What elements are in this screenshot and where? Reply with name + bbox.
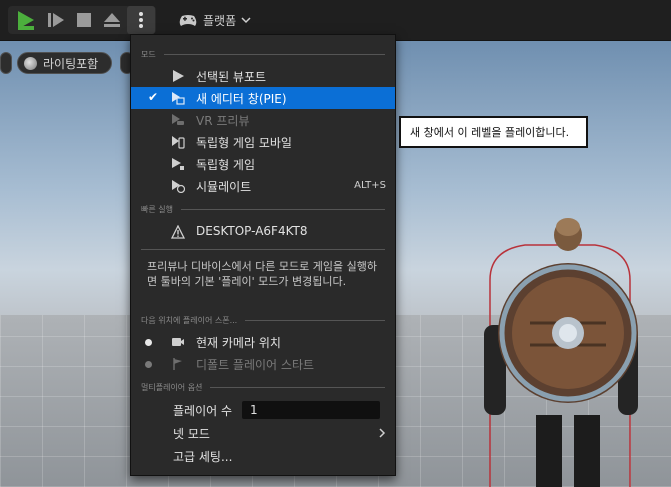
vr-icon [172, 114, 184, 125]
new-window-icon [172, 92, 185, 105]
play-mode-menu: 모드 선택된 뷰포트 ✔ 새 에디터 창(PIE) VR 프리뷰 독립형 게임 … [130, 34, 396, 476]
spawn-default-player-start[interactable]: 디폴트 플레이어 스타트 [131, 353, 395, 375]
gamepad-icon [179, 15, 197, 26]
lighting-icon [24, 56, 37, 70]
stop-icon [77, 13, 91, 27]
mode-label: 독립형 게임 [196, 158, 256, 172]
mode-label: 독립형 게임 모바일 [196, 136, 292, 150]
character-with-shield [484, 218, 638, 487]
simulate-icon [172, 180, 185, 193]
mode-description: 프리뷰나 디바이스에서 다른 모드로 게임을 실행하면 툴바의 기본 '플레이'… [147, 260, 378, 288]
players-count-input[interactable]: 1 [242, 401, 380, 419]
mode-label: 새 에디터 창(PIE) [196, 92, 287, 106]
section-mode: 모드 [141, 47, 385, 61]
mode-vr-preview[interactable]: VR 프리뷰 [131, 109, 395, 131]
tooltip-text: 새 창에서 이 레벨을 플레이합니다. [410, 126, 570, 139]
stop-button[interactable] [71, 8, 97, 32]
device-label: DESKTOP-A6F4KT8 [196, 224, 308, 238]
play-button[interactable] [13, 8, 39, 32]
section-multiplayer: 멀티플레이어 옵션 [141, 380, 385, 394]
section-spawn-label: 다음 위치에 플레이어 스폰... [141, 315, 238, 325]
mode-label: 선택된 뷰포트 [196, 70, 267, 84]
warning-icon [171, 225, 185, 239]
simulate-shortcut: ALT+S [354, 180, 386, 191]
section-quick-launch: 빠른 실행 [141, 202, 385, 216]
eject-icon [104, 13, 120, 27]
mode-standalone-mobile[interactable]: 독립형 게임 모바일 [131, 131, 395, 153]
tooltip: 새 창에서 이 레벨을 플레이합니다. [399, 116, 588, 148]
play-viewport-icon [173, 70, 184, 82]
mode-new-editor-window[interactable]: ✔ 새 에디터 창(PIE) [131, 87, 395, 109]
section-spawn: 다음 위치에 플레이어 스폰... [141, 313, 385, 327]
more-icon [139, 12, 143, 28]
mode-selected-viewport[interactable]: 선택된 뷰포트 [131, 65, 395, 87]
advanced-settings-label: 고급 세팅... [173, 450, 233, 464]
mode-simulate[interactable]: 시뮬레이트 ALT+S [131, 175, 395, 197]
section-multi-label: 멀티플레이어 옵션 [141, 382, 203, 392]
frame-advance-icon [48, 13, 64, 27]
mode-standalone-game[interactable]: 독립형 게임 [131, 153, 395, 175]
viewport-menu-chip[interactable] [0, 52, 12, 74]
platform-button[interactable]: 플랫폼 [178, 8, 251, 32]
eject-button[interactable] [99, 8, 125, 32]
camera-icon [172, 338, 184, 346]
advanced-settings-item[interactable]: 고급 세팅... [131, 445, 395, 467]
radio-unselected-icon [145, 361, 152, 368]
net-mode-label: 넷 모드 [173, 427, 210, 441]
spawn-label: 디폴트 플레이어 스타트 [196, 358, 315, 372]
menu-divider [141, 249, 385, 250]
play-icon [18, 11, 34, 30]
spawn-label: 현재 카메라 위치 [196, 336, 281, 350]
lighting-mode-button[interactable]: 라이팅포함 [17, 52, 112, 74]
section-mode-label: 모드 [141, 49, 156, 59]
section-quick-label: 빠른 실행 [141, 204, 173, 214]
spawn-current-camera[interactable]: 현재 카메라 위치 [131, 331, 395, 353]
radio-selected-icon [145, 339, 152, 346]
players-label: 플레이어 수 [173, 404, 233, 418]
chevron-down-icon [241, 17, 251, 24]
player-start-icon [173, 358, 182, 370]
device-desktop[interactable]: DESKTOP-A6F4KT8 [131, 221, 395, 243]
mode-label: 시뮬레이트 [196, 180, 252, 194]
platform-label: 플랫폼 [203, 13, 237, 28]
frame-advance-button[interactable] [43, 8, 69, 32]
check-icon: ✔ [148, 90, 159, 104]
lighting-mode-label: 라이팅포함 [43, 56, 99, 71]
mode-label: VR 프리뷰 [196, 114, 250, 128]
standalone-icon [172, 158, 184, 170]
play-options-button[interactable] [127, 6, 155, 34]
net-mode-submenu[interactable]: 넷 모드 [131, 422, 395, 444]
chevron-right-icon [379, 428, 386, 438]
mobile-icon [172, 136, 185, 149]
